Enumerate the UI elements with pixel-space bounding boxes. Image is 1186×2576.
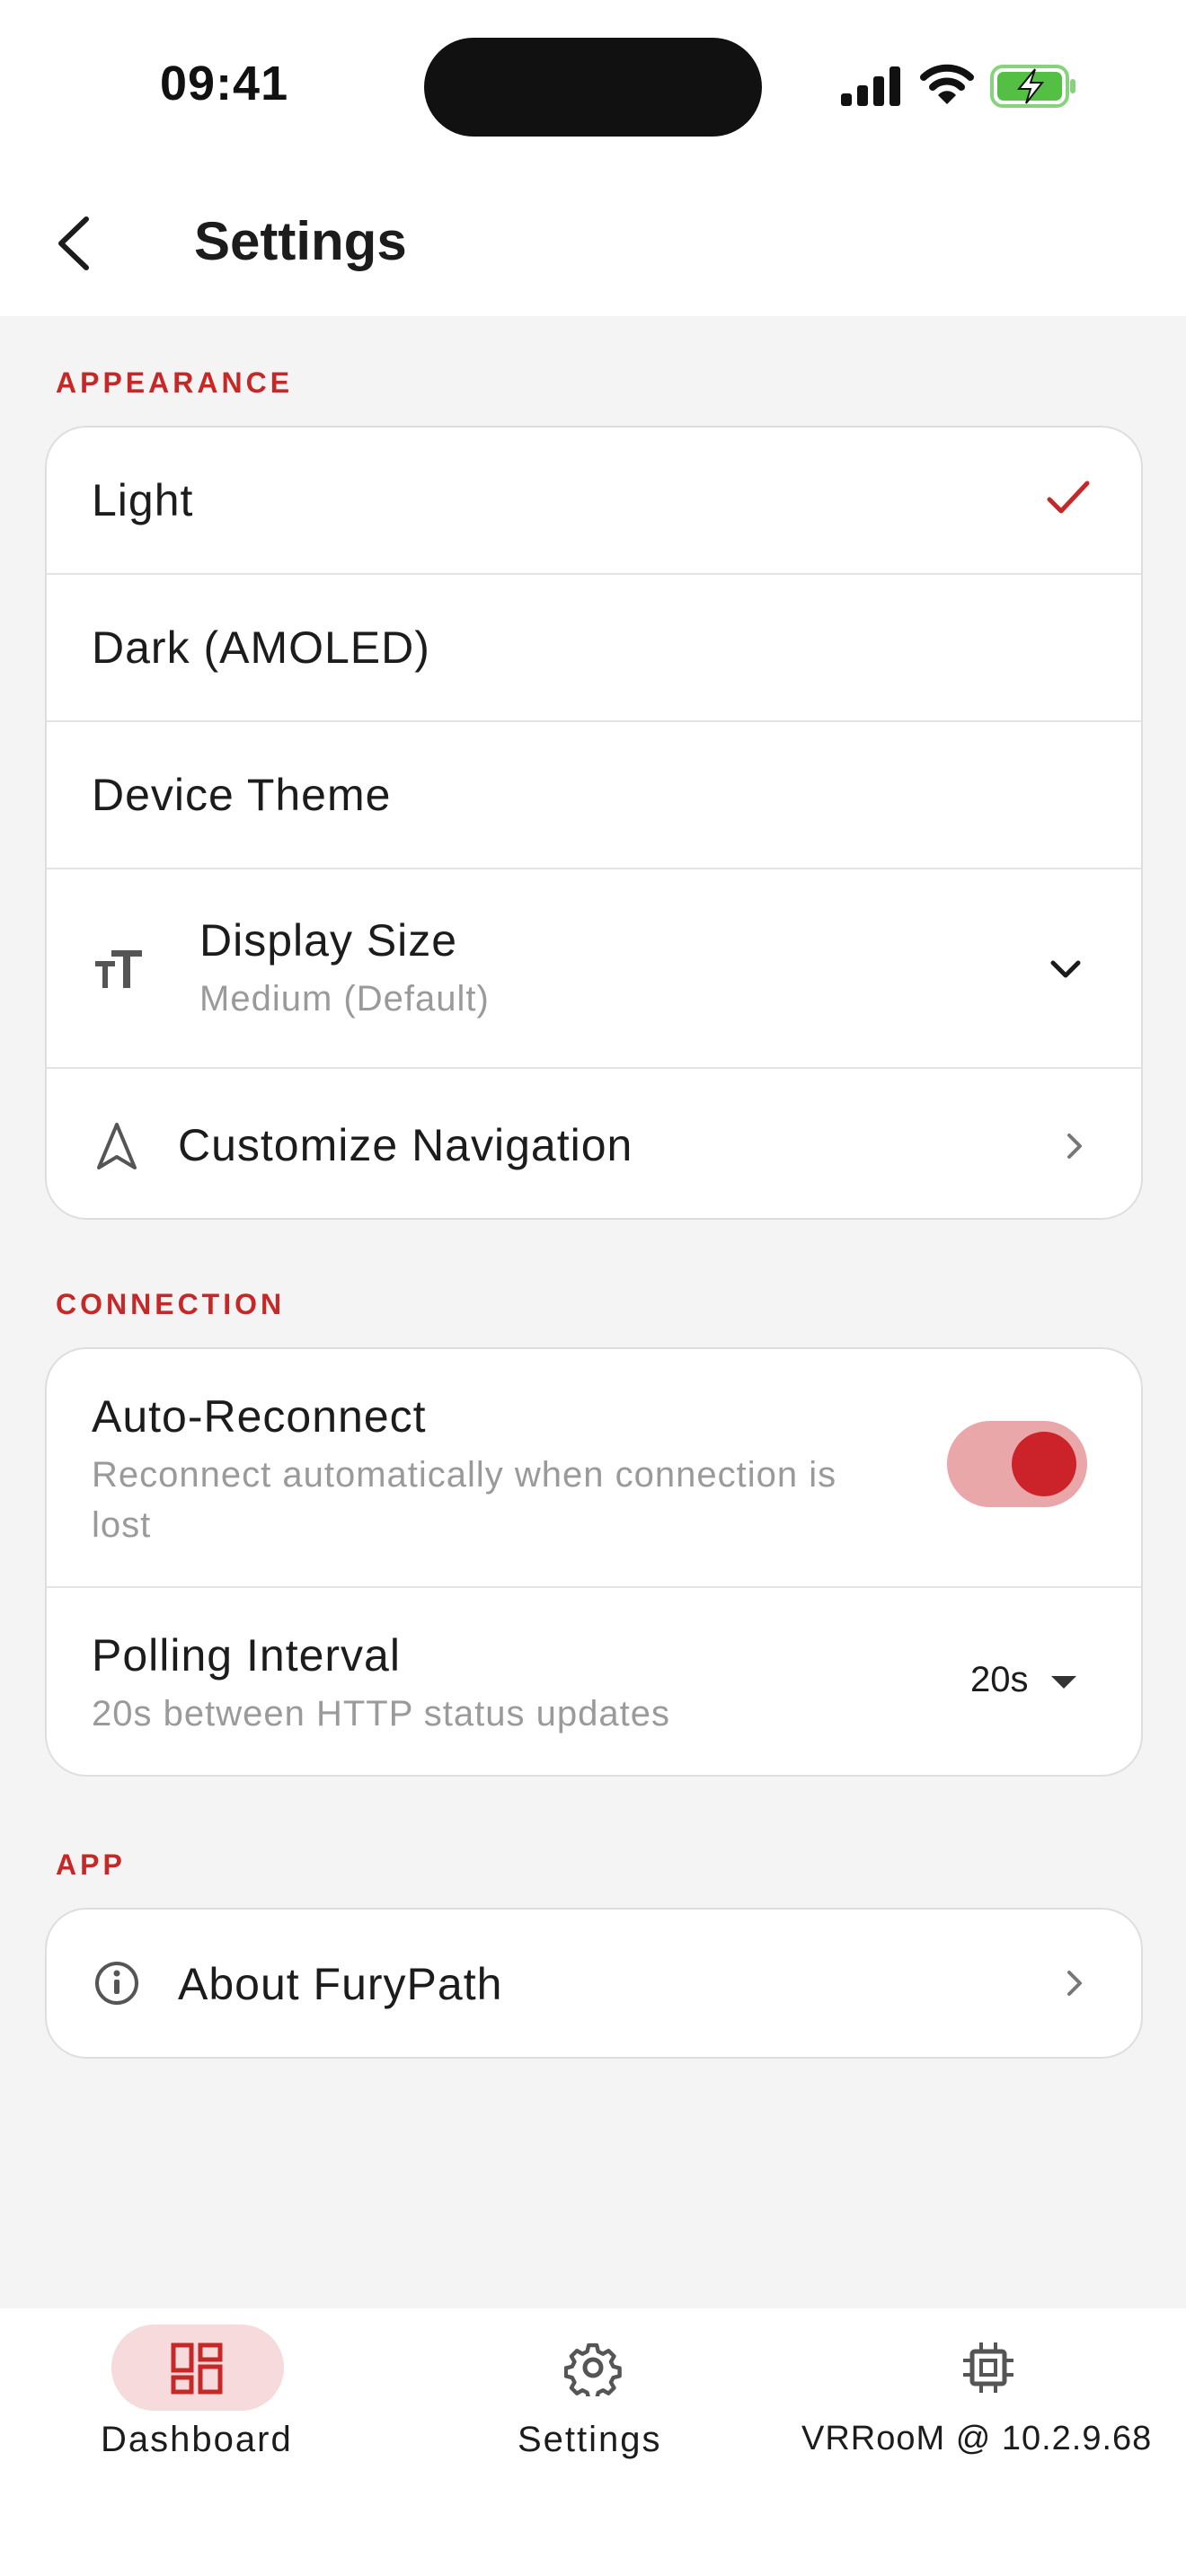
nav-label: VRRooM @ 10.2.9.68 <box>801 2420 1153 2457</box>
connection-card: Auto-Reconnect Reconnect automatically w… <box>45 1347 1143 1777</box>
theme-option-label: Light <box>92 475 194 525</box>
navigation-arrow-icon <box>97 1123 137 1169</box>
chevron-right-icon <box>1067 1971 1082 1996</box>
bottom-navigation: Dashboard Settings VRRooM @ 10.2.9.68 <box>0 2308 1186 2576</box>
nav-label: Settings <box>518 2420 662 2459</box>
auto-reconnect-subtitle-line2: lost <box>92 1505 152 1545</box>
gear-icon <box>564 2342 622 2396</box>
section-label-appearance: APPEARANCE <box>56 366 294 399</box>
display-size-row[interactable]: Display Size Medium (Default) <box>47 868 1141 1069</box>
customize-navigation-row[interactable]: Customize Navigation <box>47 1067 1141 1218</box>
chevron-down-icon <box>1050 960 1081 978</box>
polling-interval-value[interactable]: 20s <box>970 1660 1029 1700</box>
polling-interval-subtitle: 20s between HTTP status updates <box>92 1694 670 1734</box>
page-title: Settings <box>194 211 407 271</box>
auto-reconnect-subtitle-line1: Reconnect automatically when connection … <box>92 1455 837 1495</box>
cellular-signal-icon <box>841 66 900 106</box>
toggle-knob <box>1012 1432 1076 1496</box>
theme-option-label: Dark (AMOLED) <box>92 622 430 673</box>
battery-charging-icon <box>990 65 1075 108</box>
theme-option-device[interactable]: Device Theme <box>47 720 1141 868</box>
display-size-title: Display Size <box>199 915 458 966</box>
theme-option-label: Device Theme <box>92 770 392 820</box>
about-row[interactable]: About FuryPath <box>47 1910 1141 2057</box>
checkmark-icon <box>1047 481 1090 514</box>
text-size-icon <box>95 950 142 988</box>
auto-reconnect-toggle[interactable] <box>947 1421 1087 1507</box>
auto-reconnect-title: Auto-Reconnect <box>92 1391 427 1442</box>
auto-reconnect-row: Auto-Reconnect Reconnect automatically w… <box>47 1349 1141 1586</box>
section-label-app: APP <box>56 1848 126 1881</box>
polling-interval-row[interactable]: Polling Interval 20s between HTTP status… <box>47 1586 1141 1775</box>
app-bar: Settings <box>0 171 1186 316</box>
status-bar: 09:41 <box>0 0 1186 171</box>
nav-label: Dashboard <box>101 2420 293 2459</box>
nav-item-dashboard[interactable]: Dashboard <box>0 2308 395 2488</box>
nav-item-device[interactable]: VRRooM @ 10.2.9.68 <box>791 2308 1186 2488</box>
back-arrow-icon[interactable] <box>50 214 104 273</box>
chip-icon <box>963 2342 1013 2393</box>
dynamic-island <box>424 38 762 137</box>
section-label-connection: CONNECTION <box>56 1288 286 1320</box>
wifi-icon <box>920 64 974 104</box>
display-size-value: Medium (Default) <box>199 979 490 1019</box>
info-icon <box>95 1962 138 2005</box>
dashboard-icon <box>171 2342 223 2395</box>
chevron-right-icon <box>1067 1134 1082 1159</box>
nav-item-settings[interactable]: Settings <box>395 2308 791 2488</box>
appearance-card: Light Dark (AMOLED) Device Theme Display… <box>45 426 1143 1220</box>
polling-interval-title: Polling Interval <box>92 1630 401 1681</box>
status-time: 09:41 <box>160 57 289 110</box>
app-card: About FuryPath <box>45 1908 1143 2059</box>
about-title: About FuryPath <box>178 1959 503 2009</box>
dropdown-caret-icon[interactable] <box>1049 1674 1078 1690</box>
theme-option-dark[interactable]: Dark (AMOLED) <box>47 573 1141 720</box>
theme-option-light[interactable]: Light <box>47 428 1141 573</box>
customize-navigation-title: Customize Navigation <box>178 1120 633 1170</box>
